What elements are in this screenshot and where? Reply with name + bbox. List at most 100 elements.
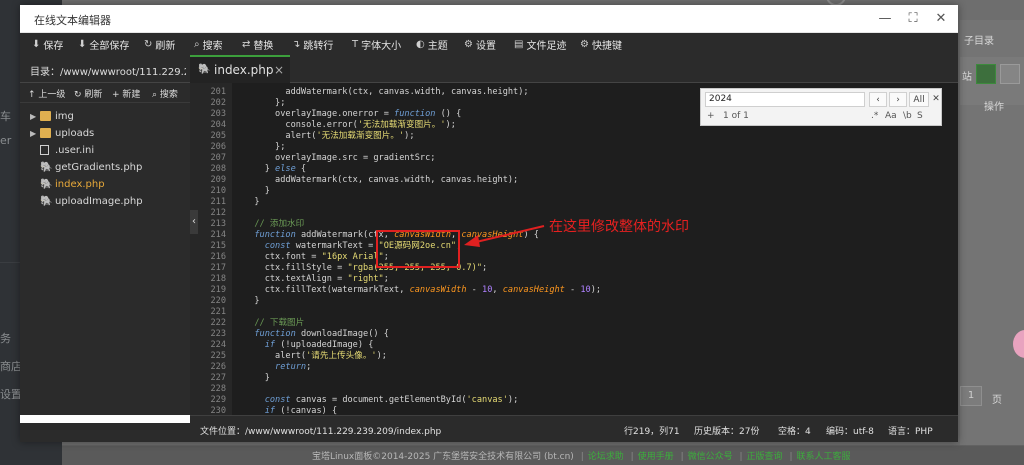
code-line[interactable]: 227 }	[190, 373, 958, 384]
code-line[interactable]: 217 ctx.fillStyle = "rgba(255, 255, 255,…	[190, 263, 958, 274]
encoding-setting[interactable]: 编码：utf-8	[826, 424, 874, 437]
code-line[interactable]: 224 if (!uploadedImage) {	[190, 340, 958, 351]
word-toggle[interactable]: \b	[903, 111, 912, 121]
case-toggle[interactable]: Aa	[885, 111, 897, 121]
history-versions[interactable]: 历史版本：27份	[694, 424, 759, 437]
code-line[interactable]: 218 ctx.textAlign = "right";	[190, 274, 958, 285]
line-number: 216	[210, 252, 226, 262]
code-line[interactable]: 226 return;	[190, 362, 958, 373]
code-line[interactable]: 207 overlayImage.src = gradientSrc;	[190, 153, 958, 164]
code-text: alert('请先上传头像。');	[244, 351, 387, 361]
tab-close-icon[interactable]: ×	[274, 63, 284, 77]
find-next-button[interactable]: ›	[889, 92, 907, 107]
code-text: }	[244, 186, 270, 196]
find-prev-button[interactable]: ‹	[869, 92, 887, 107]
code-line[interactable]: 221	[190, 307, 958, 318]
find-result-count: 1 of 1	[723, 111, 749, 121]
code-line[interactable]: 229 const canvas = document.getElementBy…	[190, 395, 958, 406]
code-text: overlayImage.onerror = function () {	[244, 109, 462, 119]
tree-item-user-ini[interactable]: .user.ini	[20, 144, 190, 160]
font-size-button[interactable]: T 字体大小	[352, 37, 401, 52]
line-number: 219	[210, 285, 226, 295]
tree-item-uploads[interactable]: ▶ uploads	[20, 127, 190, 143]
theme-button[interactable]: ◐ 主题	[416, 37, 448, 52]
code-line[interactable]: 215 const watermarkText = "OE源码网2oe.cn";	[190, 241, 958, 252]
find-close-icon[interactable]: ✕	[931, 92, 941, 107]
save-all-icon: ⬇	[78, 38, 87, 50]
code-line[interactable]: 225 alert('请先上传头像。');	[190, 351, 958, 362]
tree-item-index-php[interactable]: 🐘 index.php	[20, 178, 190, 194]
code-line[interactable]: 209 addWatermark(ctx, canvas.width, canv…	[190, 175, 958, 186]
code-text: ctx.textAlign = "right";	[244, 274, 389, 284]
tree-search-button[interactable]: ⌕ 搜索	[152, 87, 178, 100]
code-text: } else {	[244, 164, 307, 174]
code-line[interactable]: 220 }	[190, 296, 958, 307]
tree-refresh-button[interactable]: ↻ 刷新	[74, 87, 102, 100]
php-file-icon: 🐘	[40, 162, 53, 173]
code-line[interactable]: 228	[190, 384, 958, 395]
code-line[interactable]: 216 ctx.font = "16px Arial";	[190, 252, 958, 263]
find-input[interactable]: 2024	[705, 92, 865, 107]
code-line[interactable]: 211 }	[190, 197, 958, 208]
code-text: };	[244, 142, 286, 152]
refresh-button[interactable]: ↻ 刷新	[144, 37, 175, 52]
grid-view-icon	[976, 64, 996, 84]
settings-icon: ⚙	[464, 38, 473, 50]
code-line[interactable]: 205 alert('无法加载渐变图片。');	[190, 131, 958, 142]
file-footprint-button[interactable]: ▤ 文件足迹	[514, 37, 566, 52]
code-text: console.error('无法加载渐变图片。');	[244, 120, 456, 130]
footer-copyright: 宝塔Linux面板©2014-2025 广东堡塔安全技术有限公司 (bt.cn)	[312, 452, 574, 462]
line-number: 220	[210, 296, 226, 306]
tab-index-php[interactable]: 🐘 index.php ×	[190, 55, 290, 83]
new-button[interactable]: + 新建	[112, 87, 140, 100]
chevron-right-icon: ▶	[30, 112, 37, 121]
line-number: 209	[210, 175, 226, 185]
code-line[interactable]: 222 // 下载图片	[190, 318, 958, 329]
code-text: // 下载图片	[244, 318, 305, 328]
settings-button[interactable]: ⚙ 设置	[464, 37, 496, 52]
code-line[interactable]: 223 function downloadImage() {	[190, 329, 958, 340]
search-button[interactable]: ⌕ 搜索	[194, 37, 223, 52]
code-line[interactable]: 219 ctx.fillText(watermarkText, canvasWi…	[190, 285, 958, 296]
bg-col-header: 操作	[984, 102, 1004, 113]
search-icon: ⌕	[194, 38, 200, 50]
selection-toggle[interactable]: S	[917, 111, 923, 121]
minimize-button[interactable]: —	[876, 10, 894, 28]
up-level-button[interactable]: ↑ 上一级	[28, 87, 65, 100]
code-editor[interactable]: 201 addWatermark(ctx, canvas.width, canv…	[190, 83, 958, 415]
cursor-position[interactable]: 行219，列71	[624, 424, 680, 437]
regex-toggle[interactable]: .*	[871, 111, 878, 121]
collapse-sidebar-icon[interactable]: ‹	[190, 210, 198, 234]
code-line[interactable]: 230 if (!canvas) {	[190, 406, 958, 415]
close-button[interactable]: ✕	[932, 10, 950, 28]
line-number: 224	[210, 340, 226, 350]
code-line[interactable]: 206 };	[190, 142, 958, 153]
find-expand-icon[interactable]: +	[707, 111, 715, 121]
goto-line-button[interactable]: ↴ 跳转行	[292, 37, 333, 52]
code-text: ctx.fillText(watermarkText, canvasWidth …	[244, 285, 602, 295]
line-number: 227	[210, 373, 226, 383]
line-number: 222	[210, 318, 226, 328]
code-line[interactable]: 210 }	[190, 186, 958, 197]
code-line[interactable]: 208 } else {	[190, 164, 958, 175]
line-number: 201	[210, 87, 226, 97]
replace-button[interactable]: ⇄ 替换	[242, 37, 273, 52]
maximize-button[interactable]: ⛶	[904, 10, 922, 28]
code-text: }	[244, 373, 270, 383]
find-all-button[interactable]: All	[909, 92, 929, 107]
line-number: 223	[210, 329, 226, 339]
footer-link: 微信公众号	[687, 452, 733, 462]
tree-item-uploadimage[interactable]: 🐘 uploadImage.php	[20, 195, 190, 211]
tree-item-img[interactable]: ▶ img	[20, 110, 190, 126]
save-all-button[interactable]: ⬇ 全部保存	[78, 37, 129, 52]
bg-subdir-button: 子目录	[964, 36, 994, 47]
bg-page-number: 1	[960, 386, 982, 406]
tree-item-getgradients[interactable]: 🐘 getGradients.php	[20, 161, 190, 177]
replace-icon: ⇄	[242, 38, 251, 50]
line-number: 208	[210, 164, 226, 174]
language-mode[interactable]: 语言：PHP	[888, 424, 933, 437]
save-button[interactable]: ⬇ 保存	[32, 37, 63, 52]
shortcut-button[interactable]: ⚙ 快捷键	[580, 37, 622, 52]
indent-setting[interactable]: 空格：4	[778, 424, 811, 437]
line-number: 217	[210, 263, 226, 273]
